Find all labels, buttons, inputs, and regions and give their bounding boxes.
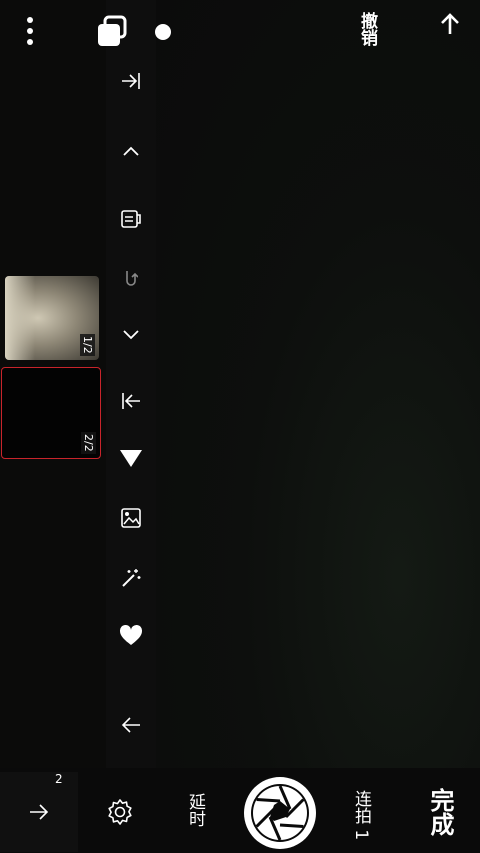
burst-button[interactable]: 连拍 1: [349, 790, 374, 840]
note-card-icon[interactable]: [116, 204, 146, 234]
triangle-down-icon[interactable]: [116, 443, 146, 473]
camera-viewfinder[interactable]: [155, 0, 480, 768]
next-count-badge: 2: [55, 772, 63, 786]
arrow-left-icon[interactable]: [116, 710, 146, 740]
arrow-up-icon[interactable]: [434, 8, 466, 40]
arrow-to-right-edge-icon[interactable]: [116, 66, 146, 96]
chevron-down-icon[interactable]: [116, 320, 146, 350]
thumbnail-counter: 2/2: [81, 432, 96, 454]
undo-button[interactable]: 撤销: [355, 12, 380, 46]
chevron-up-icon[interactable]: [116, 136, 146, 166]
gear-icon[interactable]: [100, 792, 140, 832]
layers-icon[interactable]: [94, 14, 130, 48]
done-button[interactable]: 完成: [423, 788, 458, 836]
image-edit-icon[interactable]: [116, 503, 146, 533]
arrow-to-left-edge-icon[interactable]: [116, 386, 146, 416]
heart-icon[interactable]: [116, 620, 146, 650]
record-dot-icon[interactable]: [150, 20, 176, 44]
magic-wand-icon[interactable]: [116, 563, 146, 593]
more-options-icon[interactable]: [18, 14, 42, 48]
side-toolbar: [106, 0, 156, 768]
thumbnail-counter: 1/2: [80, 334, 95, 356]
shutter-button[interactable]: [241, 774, 319, 852]
next-arrow-button[interactable]: [0, 772, 78, 852]
thumbnail-2-selected[interactable]: 2/2: [1, 367, 101, 459]
u-turn-icon[interactable]: [116, 264, 146, 294]
thumbnail-1[interactable]: 1/2: [5, 276, 99, 360]
timer-button[interactable]: 延时: [183, 793, 208, 827]
